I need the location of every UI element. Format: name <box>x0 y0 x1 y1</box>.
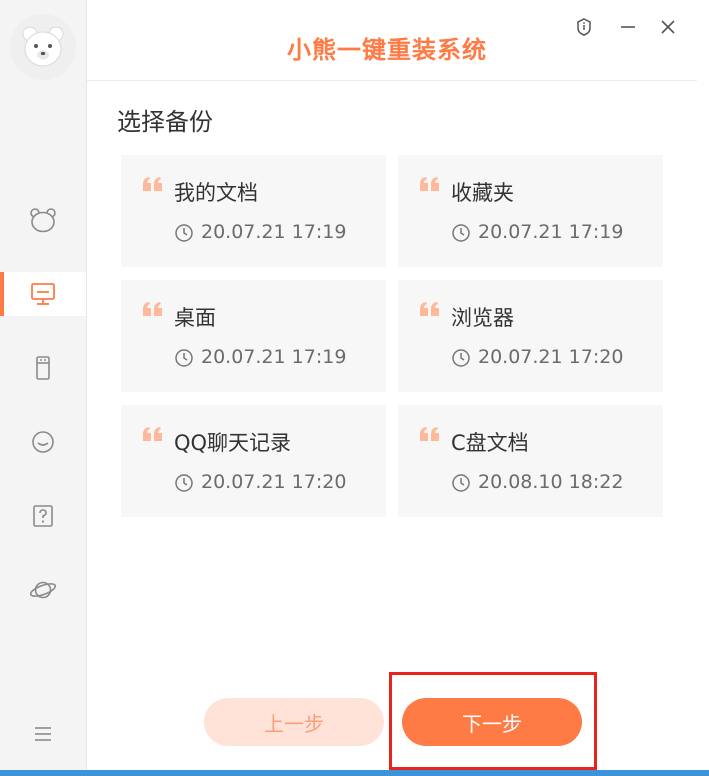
backup-card-qq-chat[interactable]: QQ聊天记录 20.07.21 17:20 <box>121 405 386 517</box>
backup-name: C盘文档 <box>451 431 529 455</box>
main-panel: 小熊一键重装系统 选择备份 我的文档 20.07.21 17:19 收藏夹 20… <box>87 0 697 770</box>
bear-icon <box>30 208 56 233</box>
clock-icon <box>175 224 193 242</box>
backup-name: QQ聊天记录 <box>174 431 292 455</box>
quote-icon <box>420 177 439 191</box>
sidebar-item-monitor[interactable] <box>0 272 86 316</box>
backup-card-desktop[interactable]: 桌面 20.07.21 17:19 <box>121 280 386 392</box>
prev-step-button[interactable]: 上一步 <box>204 698 384 746</box>
quote-icon <box>420 302 439 316</box>
quote-icon <box>143 427 162 441</box>
backup-time: 20.07.21 17:19 <box>478 221 624 243</box>
backup-card-favorites[interactable]: 收藏夹 20.07.21 17:19 <box>398 155 663 267</box>
title-bar: 小熊一键重装系统 <box>87 0 697 81</box>
usb-drive-icon <box>36 356 50 380</box>
backup-card-browser[interactable]: 浏览器 20.07.21 17:20 <box>398 280 663 392</box>
app-window: 小熊一键重装系统 选择备份 我的文档 20.07.21 17:19 收藏夹 20… <box>0 0 709 776</box>
backup-name: 我的文档 <box>174 181 258 205</box>
backup-name: 桌面 <box>174 306 216 330</box>
sidebar <box>0 0 87 770</box>
sidebar-item-chat[interactable] <box>0 420 86 464</box>
clock-icon <box>175 474 193 492</box>
close-button[interactable] <box>655 14 681 40</box>
clock-icon <box>452 349 470 367</box>
sidebar-item-usb[interactable] <box>0 346 86 390</box>
backup-time: 20.07.21 17:20 <box>201 471 347 493</box>
sidebar-item-help[interactable] <box>0 494 86 538</box>
avatar[interactable] <box>10 14 76 80</box>
backup-name: 浏览器 <box>451 306 514 330</box>
backup-time: 20.07.21 17:19 <box>201 221 347 243</box>
clock-icon <box>452 474 470 492</box>
bear-logo-icon <box>22 26 64 67</box>
sidebar-menu[interactable] <box>0 712 86 756</box>
shield-info-icon <box>577 18 591 36</box>
clock-icon <box>452 224 470 242</box>
feedback-button[interactable] <box>571 14 597 40</box>
window-bottom-edge <box>0 770 709 776</box>
close-icon <box>661 20 675 34</box>
section-title: 选择备份 <box>117 108 213 136</box>
sidebar-item-planet[interactable] <box>0 568 86 612</box>
help-icon <box>33 505 53 527</box>
chat-bubble-icon <box>32 431 54 453</box>
planet-icon <box>29 581 57 599</box>
backup-time: 20.08.10 18:22 <box>478 471 624 493</box>
quote-icon <box>143 177 162 191</box>
backup-card-c-drive-docs[interactable]: C盘文档 20.08.10 18:22 <box>398 405 663 517</box>
backup-card-documents[interactable]: 我的文档 20.07.21 17:19 <box>121 155 386 267</box>
minimize-button[interactable] <box>615 14 641 40</box>
highlight-box <box>389 672 597 770</box>
backup-time: 20.07.21 17:19 <box>201 346 347 368</box>
quote-icon <box>420 427 439 441</box>
app-title: 小熊一键重装系统 <box>287 36 487 64</box>
backup-name: 收藏夹 <box>451 181 514 205</box>
backup-time: 20.07.21 17:20 <box>478 346 624 368</box>
monitor-icon <box>31 283 55 305</box>
minimize-icon <box>621 26 635 28</box>
menu-icon <box>35 727 51 741</box>
quote-icon <box>143 302 162 316</box>
sidebar-item-bear[interactable] <box>0 198 86 242</box>
clock-icon <box>175 349 193 367</box>
